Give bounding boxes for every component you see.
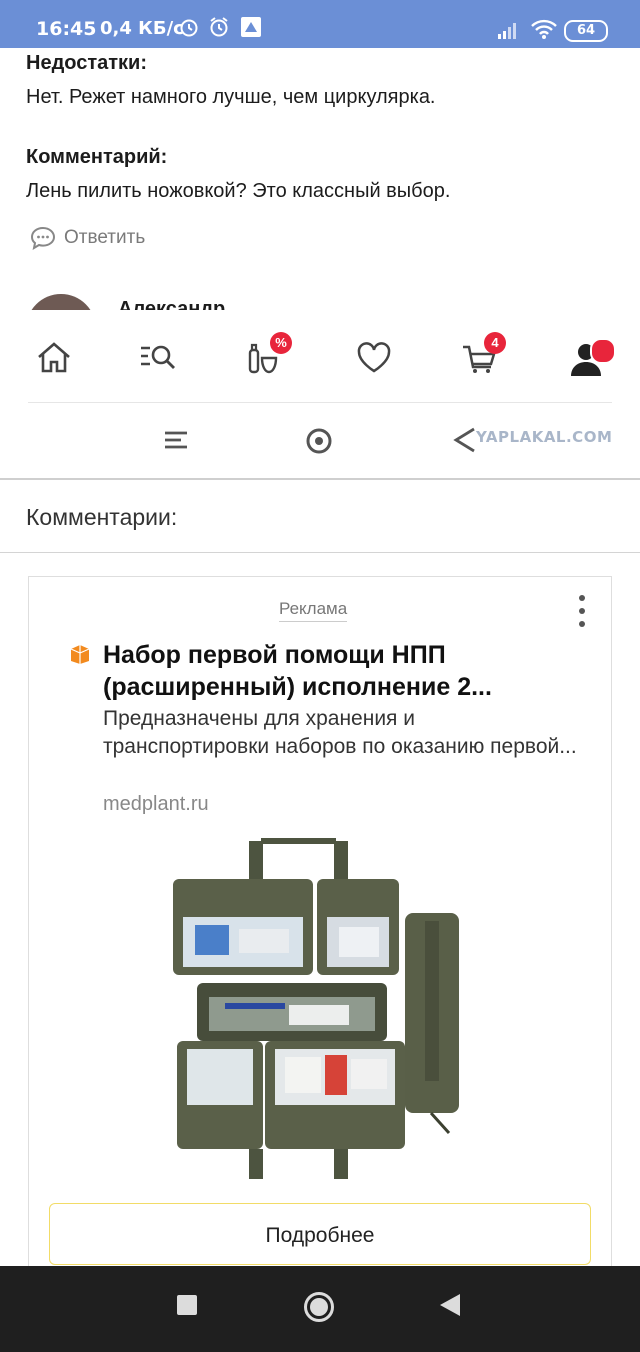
- reply-button[interactable]: Ответить: [30, 226, 145, 250]
- divider: [0, 552, 640, 553]
- home-icon[interactable]: [34, 338, 74, 378]
- catalog-search-icon[interactable]: [138, 338, 178, 378]
- alarm-icon: [180, 19, 198, 37]
- status-time: 16:45: [36, 18, 97, 40]
- ad-product-image[interactable]: [169, 833, 479, 1183]
- profile-button[interactable]: [568, 334, 618, 382]
- comment-text: Лень пилить ножовкой? Это классный выбор…: [26, 180, 451, 202]
- site-favicon-icon: [70, 645, 90, 664]
- embedded-screenshot: Недостатки: Нет. Режет намного лучше, че…: [0, 48, 640, 478]
- ad-description: Предназначены для хранения и транспортир…: [103, 707, 577, 758]
- home-circle-icon[interactable]: [304, 426, 334, 456]
- signal-icon: [498, 23, 516, 39]
- divider: [0, 478, 640, 480]
- cart-count-badge: 4: [484, 332, 506, 354]
- ad-label: Реклама: [279, 599, 348, 622]
- ad-title[interactable]: Набор первой помощи НПП (расширенный) ис…: [103, 639, 583, 703]
- favorites-heart-icon[interactable]: [354, 338, 394, 378]
- bottom-navigation: % 4 YAPLAKAL.COM: [0, 310, 640, 478]
- status-bar: 16:45 0,4 КБ/с 64: [0, 0, 640, 48]
- learn-more-button[interactable]: Подробнее: [49, 1203, 591, 1265]
- app-notification-icon: [241, 17, 261, 37]
- recent-apps-icon[interactable]: [176, 1294, 198, 1316]
- discount-badge: %: [270, 332, 292, 354]
- wifi-icon: [531, 19, 557, 39]
- watermark: YAPLAKAL.COM: [476, 428, 613, 446]
- network-speed: 0,4 КБ/с: [100, 18, 184, 39]
- back-triangle-icon[interactable]: [452, 426, 478, 454]
- more-options-icon[interactable]: [579, 595, 587, 634]
- ad-card[interactable]: Реклама Набор первой помощи НПП (расшире…: [28, 576, 612, 1277]
- cart-button[interactable]: 4: [460, 332, 510, 382]
- back-button-icon[interactable]: [438, 1292, 462, 1318]
- menu-lines-icon[interactable]: [162, 426, 190, 454]
- profile-notification-dot: [590, 338, 616, 364]
- speech-bubble-icon: [30, 226, 56, 250]
- battery-indicator: 64: [564, 20, 608, 42]
- nav-divider: [28, 402, 612, 403]
- cons-label: Недостатки:: [26, 52, 148, 74]
- system-navigation-bar: [0, 1266, 640, 1352]
- cons-text: Нет. Режет намного лучше, чем циркулярка…: [26, 86, 436, 108]
- reply-label: Ответить: [64, 227, 146, 248]
- home-button-icon[interactable]: [302, 1290, 336, 1324]
- clock-icon: [210, 17, 228, 37]
- discount-goods-button[interactable]: %: [242, 332, 292, 382]
- comment-label: Комментарий:: [26, 146, 168, 168]
- ad-domain[interactable]: medplant.ru: [103, 793, 209, 816]
- comments-heading: Комментарии:: [26, 504, 178, 530]
